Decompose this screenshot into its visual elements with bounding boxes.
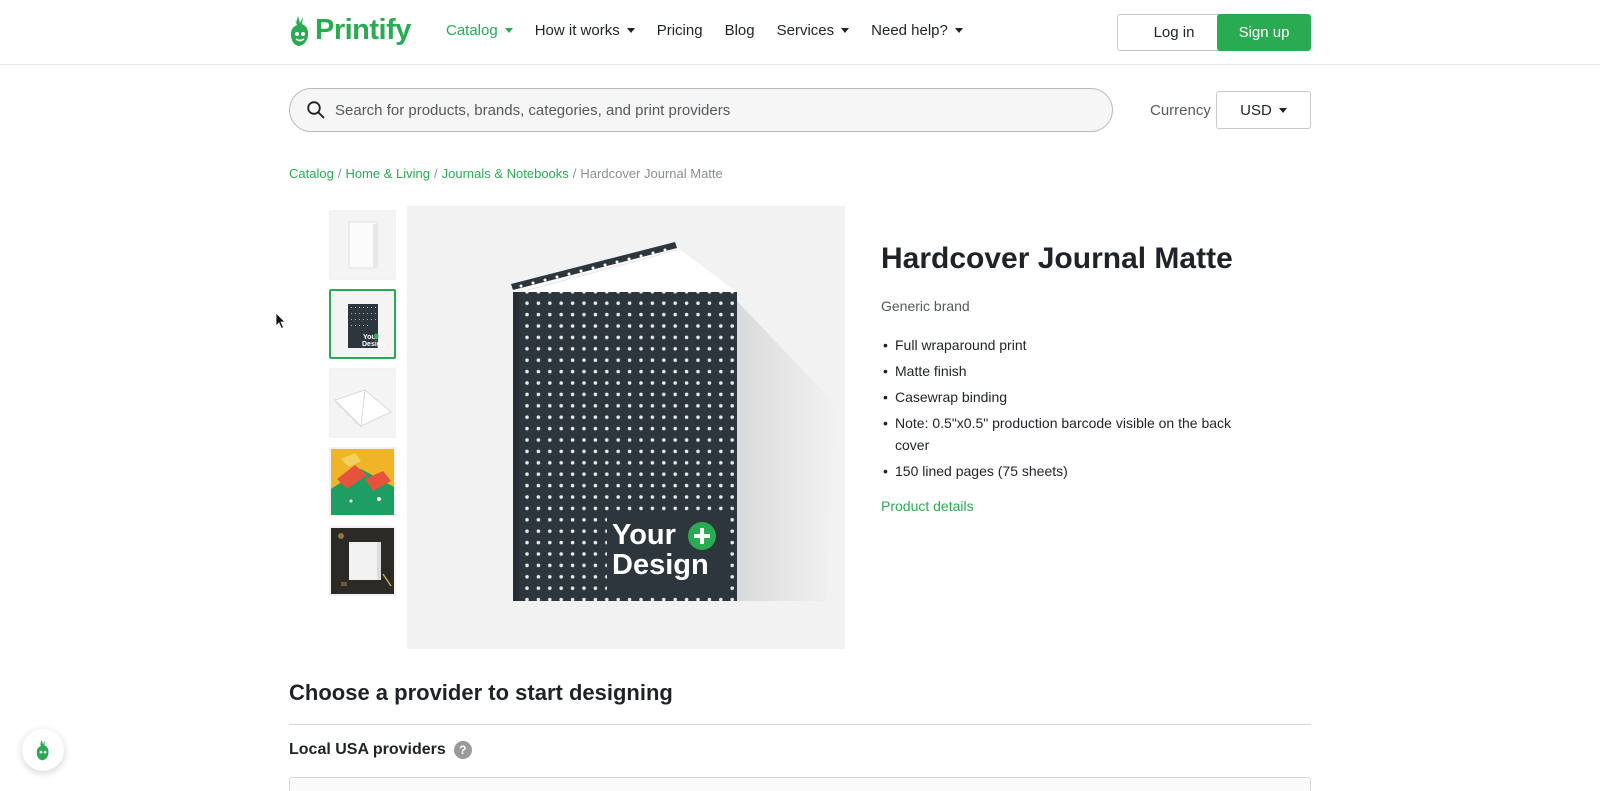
currency-label: Currency (1150, 102, 1211, 119)
blank-journal-image (331, 212, 394, 278)
image-badge-text-1: Your (612, 519, 676, 551)
local-providers-title: Local USA providers (289, 741, 446, 758)
thumbnail-open-journal[interactable] (329, 368, 396, 438)
product-details-link[interactable]: Product details (881, 498, 974, 514)
colorful-journal-image (331, 449, 394, 515)
desk-journal-image (331, 528, 394, 594)
product-brand: Generic brand (881, 298, 970, 314)
local-providers-header: Local USA providers ? (289, 741, 472, 759)
currency-value: USD (1240, 101, 1272, 119)
breadcrumb-current: Hardcover Journal Matte (580, 166, 723, 181)
nav-services[interactable]: Services (777, 22, 850, 39)
nav-pricing[interactable]: Pricing (657, 22, 703, 39)
login-button[interactable]: Log in (1117, 14, 1231, 51)
nav-blog[interactable]: Blog (725, 22, 755, 39)
nav-catalog-label: Catalog (446, 22, 498, 39)
nav-services-label: Services (776, 22, 835, 39)
breadcrumb-home-living[interactable]: Home & Living (345, 166, 430, 181)
svg-text:Design: Design (362, 341, 385, 348)
nav-how-it-works-label: How it works (534, 22, 620, 39)
currency-select[interactable]: USD (1216, 91, 1311, 129)
thumbnail-design-journal[interactable]: Your Design (329, 289, 396, 359)
image-badge-text-2: Design (612, 549, 709, 581)
signup-button[interactable]: Sign up (1217, 14, 1311, 51)
printify-logo[interactable]: Printify (289, 14, 411, 47)
thumbnail-colorful-journal[interactable] (329, 447, 396, 517)
product-title: Hardcover Journal Matte (881, 242, 1233, 275)
providers-section-title: Choose a provider to start designing (289, 680, 673, 705)
breadcrumb-separator: / (337, 166, 342, 181)
thumbnail-list: Your Design (329, 210, 396, 605)
chat-widget-button[interactable] (22, 729, 64, 771)
breadcrumb-catalog[interactable]: Catalog (289, 166, 334, 181)
open-journal-image (331, 370, 394, 436)
section-divider (289, 724, 1311, 725)
chevron-down-icon (954, 28, 963, 33)
provider-card[interactable] (289, 777, 1311, 791)
search-input[interactable] (335, 101, 1095, 119)
nav-how-it-works[interactable]: How it works (535, 22, 635, 39)
feature-item: Matte finish (881, 360, 1241, 382)
chevron-down-icon (504, 28, 513, 33)
search-bar[interactable] (289, 88, 1113, 132)
thumbnail-desk-journal[interactable] (329, 526, 396, 596)
main-nav: Catalog How it works Pricing Blog Servic… (446, 22, 985, 39)
chevron-down-icon (626, 28, 635, 33)
mouse-cursor-icon (275, 312, 286, 330)
nav-blog-label: Blog (724, 22, 755, 39)
product-main-image: Your Design (407, 206, 845, 649)
feature-item: 150 lined pages (75 sheets) (881, 460, 1241, 482)
breadcrumb-separator: / (572, 166, 577, 181)
nav-need-help[interactable]: Need help? (871, 22, 963, 39)
journal-mockup-image: Your Design (407, 206, 845, 649)
breadcrumb-separator: / (433, 166, 438, 181)
logo-text: Printify (315, 14, 411, 46)
nav-catalog[interactable]: Catalog (446, 22, 513, 39)
thumbnail-blank-journal[interactable] (329, 210, 396, 280)
nav-need-help-label: Need help? (871, 22, 948, 39)
printify-chat-icon (36, 739, 49, 761)
printify-logo-icon (290, 15, 309, 46)
search-icon (307, 101, 325, 119)
breadcrumb-journals-notebooks[interactable]: Journals & Notebooks (442, 166, 569, 181)
product-features: Full wraparound print Matte finish Casew… (881, 334, 1241, 486)
chevron-down-icon (841, 28, 850, 33)
help-icon[interactable]: ? (453, 741, 472, 759)
site-header: Printify Catalog How it works Pricing Bl… (0, 0, 1600, 65)
feature-item: Full wraparound print (881, 334, 1241, 356)
nav-pricing-label: Pricing (656, 22, 703, 39)
design-journal-image: Your Design (331, 291, 394, 357)
feature-item: Note: 0.5"x0.5" production barcode visib… (881, 412, 1241, 456)
feature-item: Casewrap binding (881, 386, 1241, 408)
breadcrumb: Catalog / Home & Living / Journals & Not… (289, 166, 723, 181)
chevron-down-icon (1278, 107, 1287, 113)
